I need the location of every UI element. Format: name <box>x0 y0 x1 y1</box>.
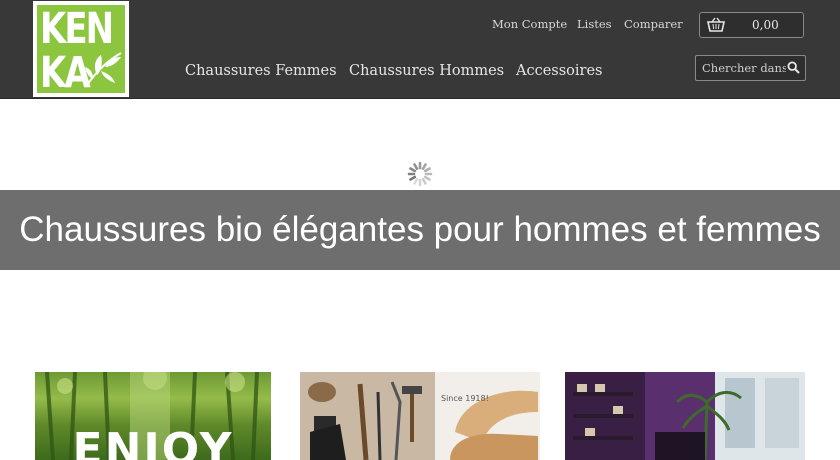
hero-title: Chaussures bio élégantes pour hommes et … <box>19 210 821 249</box>
shoe-store-interior-image[interactable] <box>565 372 805 460</box>
store-illustration <box>565 372 805 460</box>
comparer-link[interactable]: Comparer <box>624 17 683 31</box>
nav-chaussures-femmes[interactable]: Chaussures Femmes <box>185 63 337 79</box>
nav-accessoires[interactable]: Accessoires <box>516 63 603 79</box>
cart-button[interactable]: 0,00 <box>699 12 804 38</box>
search-icon[interactable] <box>787 61 800 74</box>
logo-text-line1: KEN <box>40 5 114 55</box>
mon-compte-link[interactable]: Mon Compte <box>492 17 567 31</box>
bamboo-forest-image[interactable]: ENJOY <box>35 372 271 460</box>
enjoy-caption: ENJOY <box>72 424 234 460</box>
hero-banner: Chaussures bio élégantes pour hommes et … <box>0 190 840 270</box>
nav-chaussures-hommes[interactable]: Chaussures Hommes <box>349 63 504 79</box>
search-box <box>695 55 806 81</box>
since-caption: Since 1918! <box>441 394 489 403</box>
kenka-logo[interactable]: KEN KA <box>33 1 129 97</box>
shoemaking-tools-image[interactable]: Since 1918! <box>300 372 540 460</box>
site-header: KEN KA Mon Compte Listes Comparer 0,00 C… <box>0 0 840 99</box>
cart-amount: 0,00 <box>752 18 779 32</box>
bamboo-leaf-icon <box>85 52 122 86</box>
tools-illustration <box>300 372 540 460</box>
listes-link[interactable]: Listes <box>577 17 612 31</box>
logo-mark: KEN KA <box>37 5 125 93</box>
search-input[interactable] <box>702 60 786 76</box>
loading-spinner-icon <box>407 161 433 187</box>
basket-icon <box>707 17 725 32</box>
